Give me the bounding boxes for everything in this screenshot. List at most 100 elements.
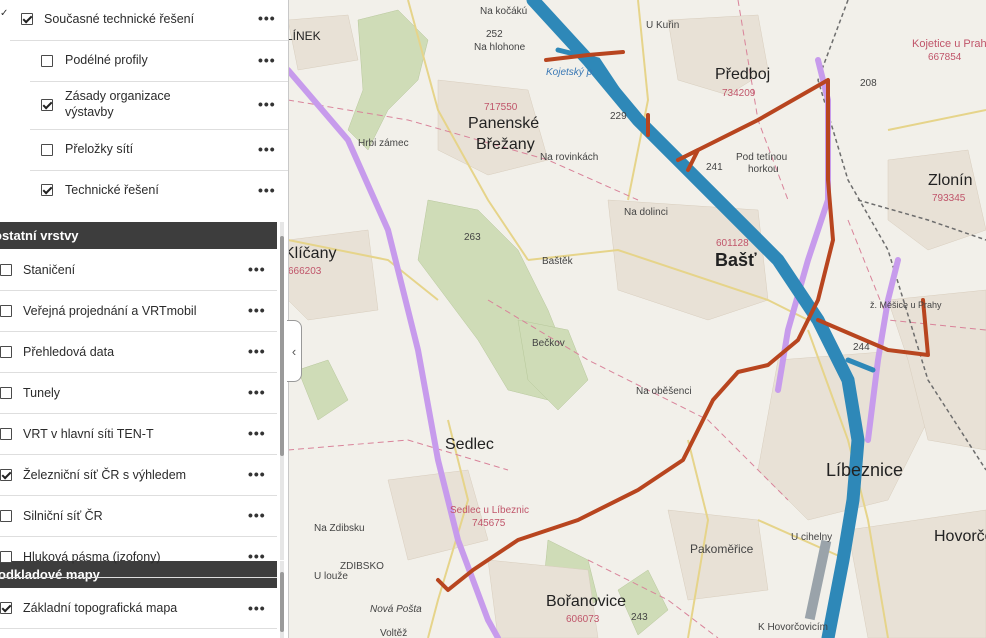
map-label-zlonin: Zlonín [928,172,973,189]
layer-label: Technické řešení [65,183,159,197]
map-label-locality: Na Zdibsku [314,523,365,534]
collapse-panel-button[interactable]: ‹ [287,320,302,382]
layer-label: Přehledová data [23,345,115,359]
layer-item[interactable]: Přehledová data ••• [0,332,277,373]
more-options-icon[interactable]: ••• [248,425,266,441]
more-options-icon[interactable]: ••• [248,302,266,318]
more-options-icon[interactable]: ••• [258,52,276,68]
map-label-locality: horkou [748,164,779,175]
layer-checkbox[interactable] [41,144,53,156]
map-label-locality: Kojetský p. [546,67,595,78]
layer-checkbox[interactable] [0,387,12,399]
map-label-brezany: Břežany [476,136,535,153]
map-label-code: 793345 [932,193,966,204]
more-options-icon[interactable]: ••• [258,10,276,26]
layer-checkbox[interactable] [0,305,12,317]
map-label-predboj: Předboj [715,66,771,83]
layer-item[interactable]: Tunely ••• [0,373,277,414]
more-options-icon[interactable]: ••• [248,600,266,616]
scrollbar-thumb[interactable] [280,236,284,456]
layer-current-solution[interactable]: ✓ Současné technické řešení ••• [0,0,288,40]
layer-checkbox[interactable] [0,264,12,276]
map-label-locality: U louže [314,571,348,582]
map-label-boranovice: Bořanovice [546,593,627,610]
map-label-hovorcovice: Hovorčo [934,528,986,545]
layer-longitudinal-profiles[interactable]: Podélné profily ••• [0,41,288,81]
map-label-locality: Na hlohone [474,42,526,53]
layer-label: Veřejná projednání a VRTmobil [23,304,197,318]
map-label-elevation: 263 [464,232,481,243]
section-header-other-layers[interactable]: ostatní vrstvy [0,222,277,249]
map-label-sedlec: Sedlec [445,436,494,453]
more-options-icon[interactable]: ••• [248,507,266,523]
map-label-code: 601128 [716,238,749,249]
map-label-code: 745675 [472,518,506,529]
layer-checkbox[interactable] [41,99,53,111]
map-label-locality: Voltěž [380,628,408,638]
layer-checkbox[interactable] [41,55,53,67]
map-label-locality: U Kuřin [646,20,680,31]
map-label-locality: Pod tetínou [736,152,788,163]
section-title: ostatní vrstvy [0,228,79,243]
more-options-icon[interactable]: ••• [258,141,276,157]
map-label-locality: K Hovorčovicím [758,622,829,633]
layer-label: Zásady organizace výstavby [65,89,171,119]
map-label-elevation: 252 [486,29,503,40]
layer-label: Hluková pásma (izofony) [23,550,161,564]
layer-technical-solution[interactable]: Technické řešení ••• [0,171,288,211]
layer-checkbox[interactable] [0,428,12,440]
layer-checkbox[interactable] [0,551,12,563]
map-label-klicany: Klíčany [288,245,337,262]
layer-item[interactable]: Staničení ••• [0,250,277,291]
layer-label: Silniční síť ČR [23,509,103,523]
more-options-icon[interactable]: ••• [258,96,276,112]
map-label-code: 734209 [722,88,756,99]
more-options-icon[interactable]: ••• [248,548,266,564]
map-label-locality: Hrbi zámec [358,138,409,149]
more-options-icon[interactable]: ••• [248,384,266,400]
map-label-libeznice: Líbeznice [826,460,904,480]
more-options-icon[interactable]: ••• [248,343,266,359]
map-label-elevation: 244 [853,342,870,353]
layer-item[interactable]: Silniční síť ČR ••• [0,496,277,537]
layer-label: Železniční síť ČR s výhledem [23,468,187,482]
layer-label: Přeložky sítí [65,142,134,156]
layer-label: Základní topografická mapa [23,601,178,615]
map-label-locality: Na oběšenci [636,386,692,397]
layer-utility-relocation[interactable]: Přeložky sítí ••• [0,130,288,170]
map-label-locality: U cihelny [791,532,833,543]
layer-checkbox[interactable] [0,346,12,358]
map-label-elevation: 229 [610,111,627,122]
more-options-icon[interactable]: ••• [258,182,276,198]
layer-checkbox[interactable] [0,469,12,481]
layer-construction-organization[interactable]: Zásady organizace výstavby ••• [0,82,288,129]
layer-base-topographic[interactable]: Základní topografická mapa ••• [0,589,277,627]
layer-current-solution-checkbox[interactable] [21,13,33,25]
map-label-code: 666203 [288,266,322,277]
layer-item[interactable]: Veřejná projednání a VRTmobil ••• [0,291,277,332]
layer-checkbox[interactable] [0,602,12,614]
more-options-icon[interactable]: ••• [248,261,266,277]
map-label-locality: Bečkov [532,338,565,349]
map-canvas[interactable] [288,0,986,638]
layer-item[interactable]: Železniční síť ČR s výhledem ••• [0,455,277,496]
chevron-down-icon[interactable]: ✓ [0,8,8,19]
more-options-icon[interactable]: ••• [248,466,266,482]
map-label-sedlec-libeznic: Sedlec u Líbeznic [450,505,529,516]
map-label-locality: Na rovinkách [540,152,599,163]
map-view[interactable]: Předboj 734209 Panenské Břežany 717550 B… [288,0,986,638]
map-label-kojetice: Kojetice u Prahy [912,38,986,50]
layer-label: Staničení [23,263,76,277]
layer-list-panel: ✓ Současné technické řešení ••• Podélné … [0,0,289,638]
layer-current-solution-label: Současné technické řešení [44,12,195,26]
layer-checkbox[interactable] [0,510,12,522]
layer-item[interactable]: Hluková pásma (izofony) ••• [0,537,277,578]
layer-checkbox[interactable] [41,184,53,196]
layer-item[interactable]: VRT v hlavní síti TEN-T ••• [0,414,277,455]
map-label-elevation: 243 [631,612,648,623]
layer-label: VRT v hlavní síti TEN-T [23,427,154,441]
scrollbar-thumb[interactable] [280,572,284,632]
map-label-pakomerice: Pakoměřice [690,542,754,556]
map-label-locality: Baštěk [542,256,573,267]
map-label-panenske: Panenské [468,115,540,132]
